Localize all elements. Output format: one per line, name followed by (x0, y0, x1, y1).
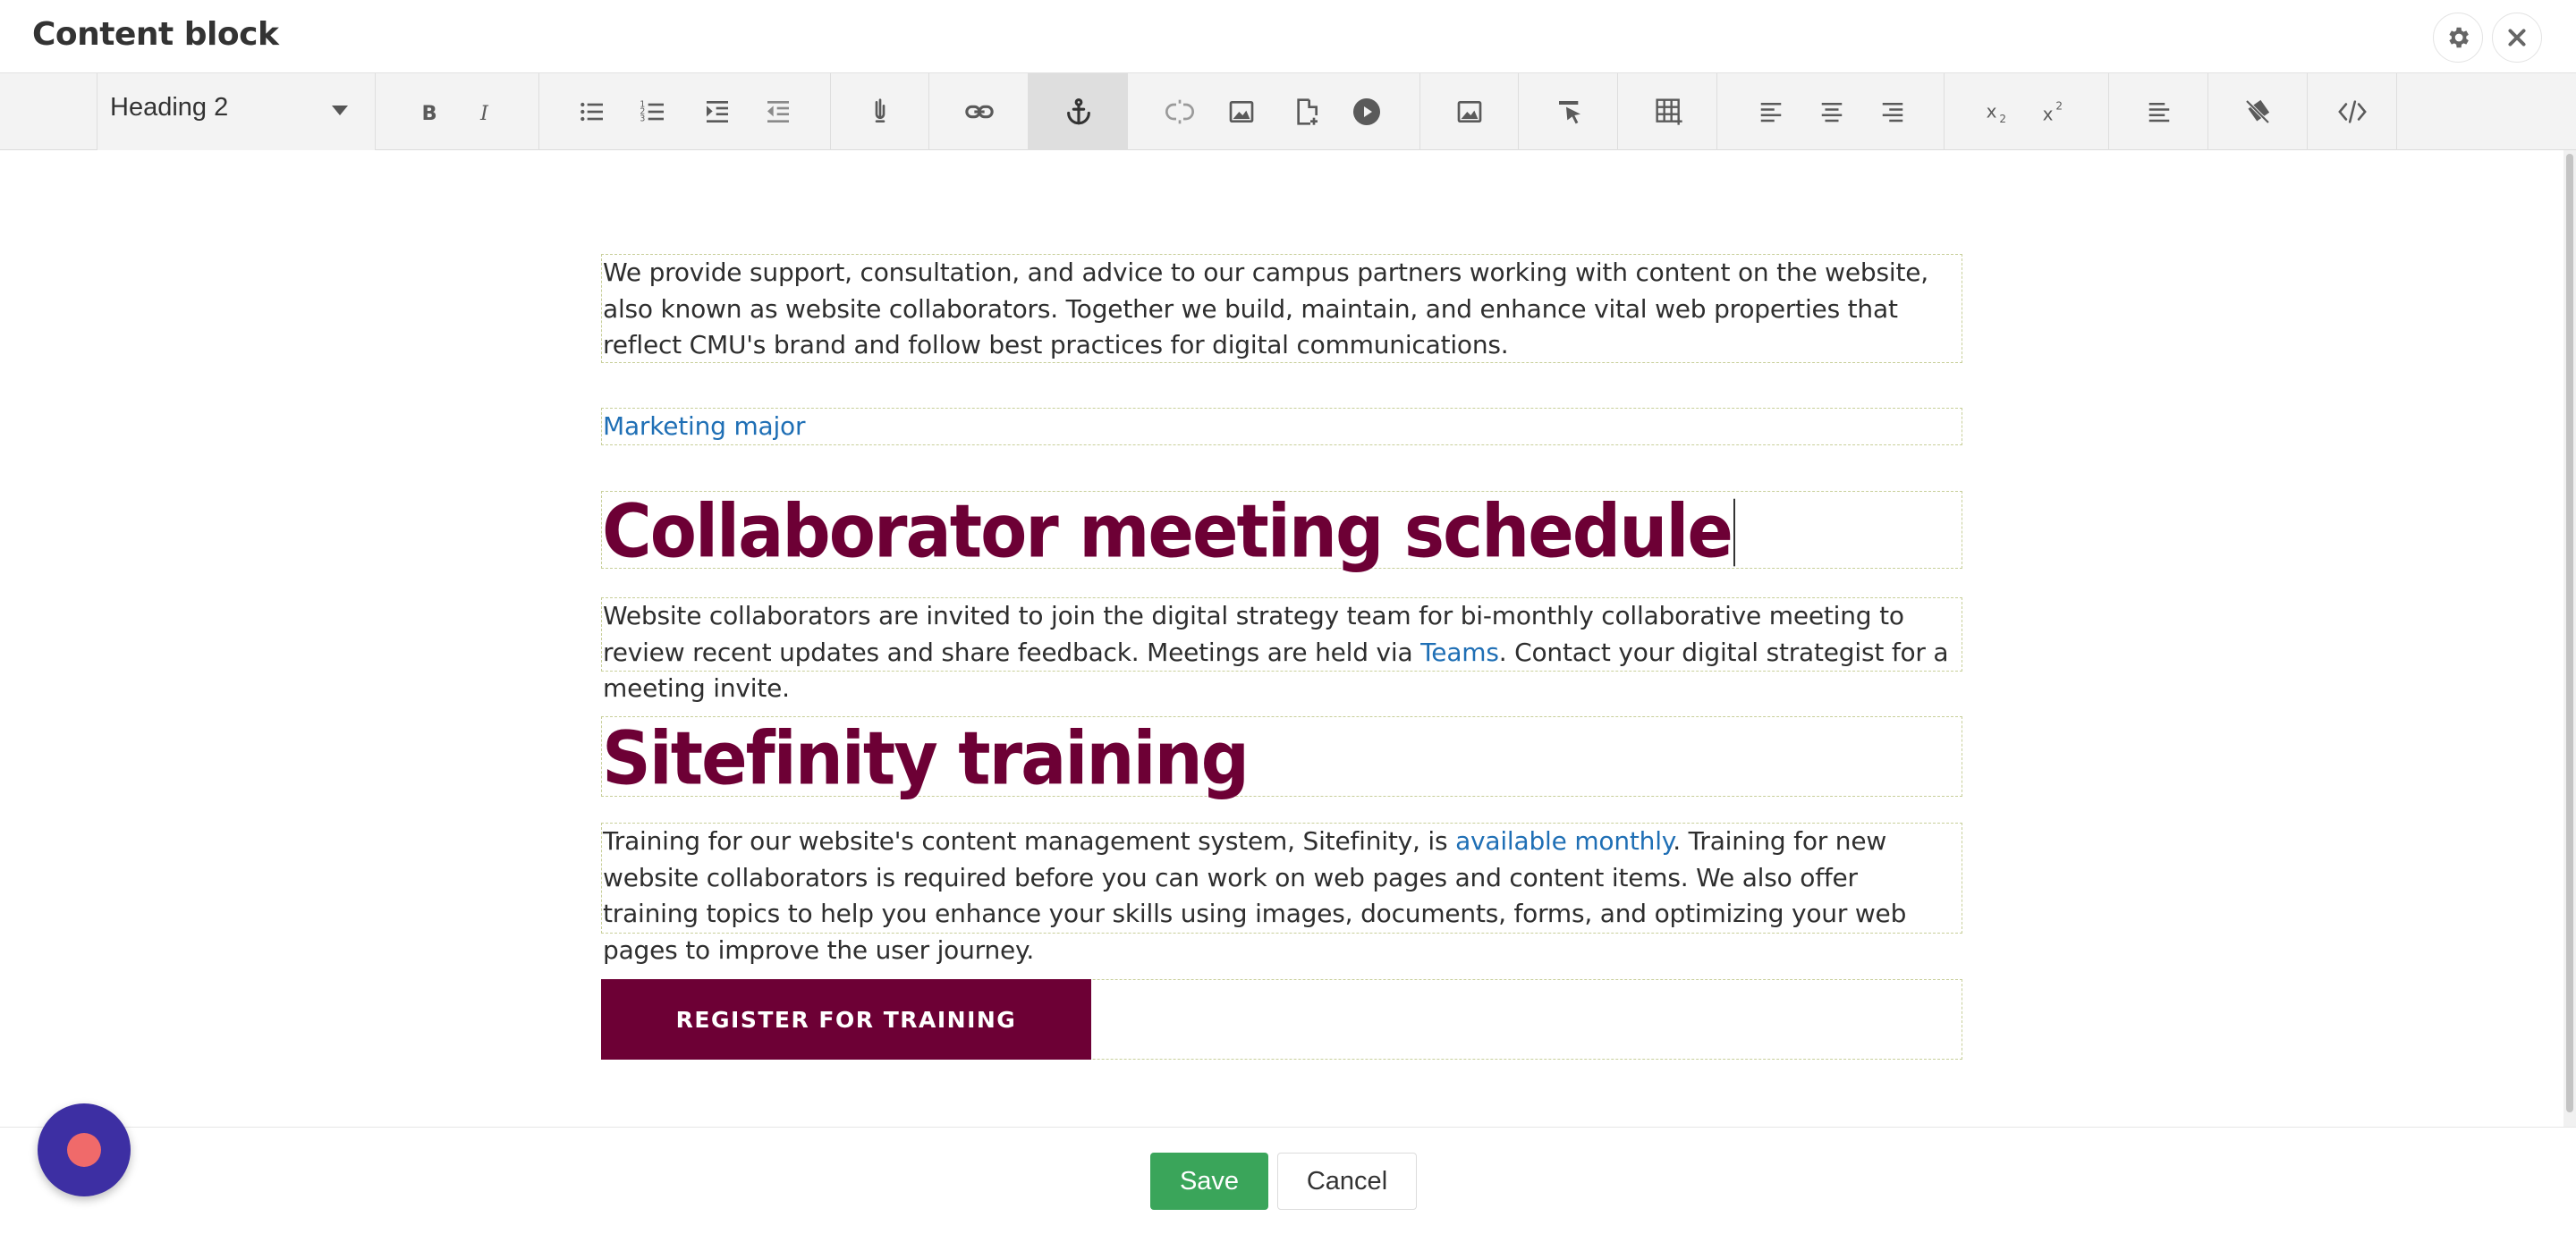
outdent-icon (767, 101, 789, 123)
intro-paragraph-block[interactable]: We provide support, consultation, and ad… (601, 254, 1962, 363)
numbered-list-icon: 123 (640, 100, 664, 124)
marketing-paragraph: Marketing major (602, 409, 1962, 445)
format-block-select[interactable]: Heading 2 (97, 73, 376, 150)
dialog-header: Content block (0, 0, 2576, 73)
heading-collaborator-meeting: Collaborator meeting schedule (602, 487, 1962, 574)
svg-text:x: x (1987, 101, 1997, 123)
marketing-major-link[interactable]: Marketing major (603, 411, 806, 441)
settings-button[interactable] (2433, 13, 2483, 63)
paste-plain-button[interactable] (860, 92, 900, 131)
editor-scrollbar[interactable] (2563, 150, 2576, 1127)
chevron-down-icon (332, 106, 348, 115)
insert-image-button[interactable] (1222, 92, 1261, 131)
training-paragraph-block[interactable]: Training for our website's content manag… (601, 823, 1962, 965)
anchor-button[interactable] (1059, 92, 1098, 131)
dialog-footer: Save Cancel (0, 1127, 2576, 1234)
align-left-button[interactable] (1751, 92, 1791, 131)
heading-sitefinity-training: Sitefinity training (602, 714, 1250, 801)
training-paragraph: Training for our website's content manag… (602, 824, 1962, 968)
anchor-icon (1067, 97, 1090, 125)
meeting-paragraph-block[interactable]: Website collaborators are invited to joi… (601, 597, 1962, 703)
link-button[interactable] (960, 92, 999, 131)
bold-button[interactable]: B (409, 92, 448, 131)
cancel-button[interactable]: Cancel (1277, 1153, 1417, 1210)
numbered-list-button[interactable]: 123 (633, 92, 673, 131)
image-icon (1229, 101, 1254, 123)
paragraph-style-button[interactable] (2140, 92, 2179, 131)
html-source-icon (2338, 100, 2367, 123)
svg-text:x: x (2043, 103, 2054, 124)
gear-icon (2449, 27, 2469, 48)
italic-icon: I (479, 102, 489, 125)
format-painter-icon (1559, 101, 1580, 124)
unlink-button[interactable] (1160, 92, 1199, 131)
outdent-button[interactable] (758, 92, 798, 131)
align-right-icon (1882, 103, 1903, 123)
insert-document-button[interactable] (1287, 92, 1326, 131)
teams-link[interactable]: Teams (1420, 638, 1499, 667)
meeting-paragraph: Website collaborators are invited to joi… (602, 598, 1962, 707)
clear-format-button[interactable] (2238, 92, 2277, 131)
paragraph-style-icon (2148, 103, 2170, 123)
align-left-icon (1760, 103, 1782, 123)
floating-action-button[interactable] (38, 1103, 131, 1196)
clear-format-icon (2245, 99, 2270, 124)
text-caret (1733, 498, 1735, 567)
align-center-icon (1821, 103, 1843, 123)
insert-table-button[interactable] (1649, 92, 1689, 131)
heading-block-training[interactable]: Sitefinity training (601, 714, 1962, 801)
superscript-button[interactable]: x2 (2035, 92, 2074, 131)
subscript-button[interactable]: x2 (1979, 92, 2018, 131)
image-manager-icon (1457, 101, 1482, 123)
html-source-button[interactable] (2333, 92, 2372, 131)
video-icon (1353, 98, 1380, 125)
svg-text:B: B (422, 102, 437, 125)
unlink-icon (1165, 99, 1194, 124)
bullet-list-icon (580, 102, 603, 122)
align-center-button[interactable] (1812, 92, 1852, 131)
svg-text:2: 2 (1999, 113, 2006, 125)
svg-text:2: 2 (2055, 99, 2063, 112)
italic-button[interactable]: I (465, 92, 504, 131)
record-dot-icon (67, 1133, 101, 1167)
marketing-link-block[interactable]: Marketing major (601, 408, 1962, 445)
editor-toolbar: Heading 2 B I 123 x 2 x 2 (0, 73, 2576, 150)
scrollbar-thumb[interactable] (2566, 154, 2573, 1112)
intro-paragraph: We provide support, consultation, and ad… (603, 258, 1928, 359)
svg-text:I: I (479, 102, 489, 125)
dialog-title: Content block (32, 16, 279, 53)
insert-video-button[interactable] (1347, 92, 1386, 131)
subscript-icon: x2 (1987, 101, 2006, 125)
link-icon (965, 105, 994, 119)
bold-icon: B (422, 102, 437, 125)
format-painter-button[interactable] (1550, 92, 1589, 131)
close-button[interactable] (2492, 13, 2542, 63)
svg-text:3: 3 (640, 114, 645, 124)
save-button[interactable]: Save (1150, 1153, 1268, 1210)
format-block-value: Heading 2 (110, 93, 229, 122)
image-manager-button[interactable] (1450, 92, 1489, 131)
heading-collaborator-meeting-text: Collaborator meeting schedule (602, 487, 1733, 574)
indent-icon (707, 101, 728, 123)
paste-plain-icon (875, 98, 886, 123)
bullet-list-button[interactable] (572, 92, 612, 131)
heading-block-meeting[interactable]: Collaborator meeting schedule (601, 489, 1962, 572)
toolbar-group-script (1945, 73, 2109, 150)
indent-button[interactable] (698, 92, 737, 131)
close-icon (2508, 29, 2526, 46)
register-for-training-button[interactable]: REGISTER FOR TRAINING (601, 979, 1091, 1060)
align-right-button[interactable] (1873, 92, 1912, 131)
toolbar-group-text-style (376, 73, 539, 150)
document-icon (1297, 98, 1318, 125)
training-text-before: Training for our website's content manag… (603, 826, 1456, 856)
superscript-icon: x2 (2043, 99, 2063, 124)
table-icon (1656, 98, 1682, 125)
available-monthly-link[interactable]: available monthly (1455, 826, 1673, 856)
